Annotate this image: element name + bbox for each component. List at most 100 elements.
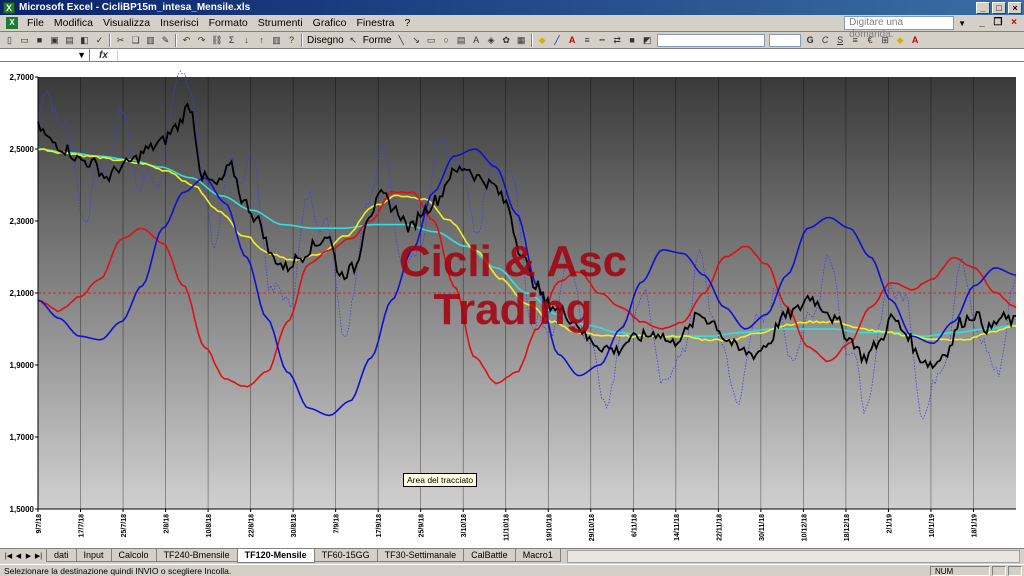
fill-color-icon[interactable]: ◆ xyxy=(536,34,549,47)
status-message: Selezionare la destinazione quindi INVIO… xyxy=(4,565,232,576)
diagram-icon[interactable]: ◈ xyxy=(485,34,498,47)
highlight-icon[interactable]: ◆ xyxy=(894,34,907,47)
sheet-tabs: dati Input Calcolo TF240-Bmensile TF120-… xyxy=(46,549,561,563)
formula-bar: ▼ fx xyxy=(0,49,1024,62)
prev-sheet-icon[interactable]: ◀ xyxy=(14,551,23,562)
help-icon[interactable]: ? xyxy=(285,34,298,47)
3d-icon[interactable]: ◩ xyxy=(641,34,654,47)
menu-help[interactable]: ? xyxy=(399,17,415,29)
chart-wizard-icon[interactable]: ▥ xyxy=(270,34,283,47)
close-icon[interactable]: × xyxy=(1008,1,1022,14)
last-sheet-icon[interactable]: ▶| xyxy=(34,551,43,562)
line-icon[interactable]: ╲ xyxy=(395,34,408,47)
tab-tf120-mensile[interactable]: TF120-Mensile xyxy=(236,549,315,563)
workbook-icon[interactable]: X xyxy=(6,17,18,29)
bold-icon[interactable]: G xyxy=(804,34,817,47)
tab-calcolo[interactable]: Calcolo xyxy=(110,549,157,562)
tab-macro1[interactable]: Macro1 xyxy=(514,549,561,562)
menu-modifica[interactable]: Modifica xyxy=(49,17,98,29)
borders-icon[interactable]: ⊞ xyxy=(879,34,892,47)
paste-icon[interactable]: ▥ xyxy=(144,34,157,47)
rectangle-icon[interactable]: ▭ xyxy=(425,34,438,47)
formula-input[interactable] xyxy=(118,49,1024,61)
tab-tf30-settimanale[interactable]: TF30-Settimanale xyxy=(376,549,465,562)
new-icon[interactable]: ▯ xyxy=(3,34,16,47)
menu-strumenti[interactable]: Strumenti xyxy=(253,17,308,29)
arrow-icon[interactable]: ↘ xyxy=(410,34,423,47)
forme-menu[interactable]: Forme xyxy=(361,35,394,46)
spelling-icon[interactable]: ✓ xyxy=(93,34,106,47)
x-tick-label: 22/8/18 xyxy=(249,514,256,537)
ask-dropdown-icon[interactable]: ▼ xyxy=(958,19,966,28)
print-icon[interactable]: ▤ xyxy=(63,34,76,47)
next-sheet-icon[interactable]: ▶ xyxy=(24,551,33,562)
fx-icon[interactable]: fx xyxy=(90,49,118,61)
tab-input[interactable]: Input xyxy=(75,549,112,562)
menu-file[interactable]: File xyxy=(22,17,49,29)
menu-finestra[interactable]: Finestra xyxy=(352,17,400,29)
menu-grafico[interactable]: Grafico xyxy=(308,17,352,29)
menu-formato[interactable]: Formato xyxy=(204,17,253,29)
arrow-style-icon[interactable]: ⇄ xyxy=(611,34,624,47)
save-icon[interactable]: ■ xyxy=(33,34,46,47)
autosum-icon[interactable]: Σ xyxy=(225,34,238,47)
permission-icon[interactable]: ▣ xyxy=(48,34,61,47)
y-tick-label: 1,9000 xyxy=(10,361,35,370)
picture-icon[interactable]: ▦ xyxy=(515,34,528,47)
clipart-icon[interactable]: ✿ xyxy=(500,34,513,47)
ask-question-input[interactable]: Digitare una domanda. xyxy=(844,16,955,40)
disegno-menu[interactable]: Disegno xyxy=(305,35,346,46)
y-tick-label: 2,5000 xyxy=(10,145,35,154)
underline-icon[interactable]: S xyxy=(834,34,847,47)
toolbar-separator xyxy=(530,33,533,47)
wordart-icon[interactable]: A xyxy=(470,34,483,47)
menu-inserisci[interactable]: Inserisci xyxy=(155,17,204,29)
italic-icon[interactable]: C xyxy=(819,34,832,47)
x-tick-label: 10/1/19 xyxy=(929,514,936,537)
workbook-close-icon[interactable]: × xyxy=(1008,17,1020,29)
minimize-icon[interactable]: _ xyxy=(976,1,990,14)
x-tick-label: 22/11/18 xyxy=(716,514,723,541)
undo-icon[interactable]: ↶ xyxy=(180,34,193,47)
hyperlink-icon[interactable]: ⛓ xyxy=(210,34,223,47)
text-color-icon[interactable]: A xyxy=(909,34,922,47)
select-objects-icon[interactable]: ↖ xyxy=(347,34,360,47)
font-name-combo[interactable] xyxy=(656,33,765,47)
price-cycle-chart[interactable]: Cicli & Asc Trading 2,7000 2,5000 2,3000 2,… xyxy=(0,62,1024,548)
dash-style-icon[interactable]: ┅ xyxy=(596,34,609,47)
oval-icon[interactable]: ○ xyxy=(440,34,453,47)
tab-tf60-15gg[interactable]: TF60-15GG xyxy=(313,549,378,562)
name-box[interactable]: ▼ xyxy=(0,49,90,61)
open-icon[interactable]: ▭ xyxy=(18,34,31,47)
line-style-icon[interactable]: ≡ xyxy=(581,34,594,47)
textbox-icon[interactable]: ▤ xyxy=(455,34,468,47)
print-preview-icon[interactable]: ◧ xyxy=(78,34,91,47)
workbook-minimize-icon[interactable]: _ xyxy=(976,17,988,29)
font-color-icon[interactable]: A xyxy=(566,34,579,47)
cut-icon[interactable]: ✂ xyxy=(114,34,127,47)
shadow-icon[interactable]: ■ xyxy=(626,34,639,47)
tab-calbattle[interactable]: CalBattle xyxy=(463,549,516,562)
align-left-icon[interactable]: ≡ xyxy=(849,34,862,47)
copy-icon[interactable]: ❏ xyxy=(129,34,142,47)
font-size-combo[interactable] xyxy=(768,33,801,47)
x-tick-label: 2/8/18 xyxy=(164,514,171,534)
horizontal-scrollbar[interactable] xyxy=(566,550,1020,563)
x-tick-label: 9/7/18 xyxy=(36,514,43,534)
first-sheet-icon[interactable]: |◀ xyxy=(4,551,13,562)
chart-area[interactable]: Cicli & Asc Trading 2,7000 2,5000 2,3000 2,… xyxy=(0,62,1024,548)
tab-dati[interactable]: dati xyxy=(46,549,77,562)
format-painter-icon[interactable]: ✎ xyxy=(159,34,172,47)
workbook-restore-icon[interactable]: ❐ xyxy=(992,17,1004,29)
x-tick-label: 3/10/18 xyxy=(461,514,468,537)
sort-desc-icon[interactable]: ↑ xyxy=(255,34,268,47)
redo-icon[interactable]: ↷ xyxy=(195,34,208,47)
sort-asc-icon[interactable]: ↓ xyxy=(240,34,253,47)
line-color-icon[interactable]: ╱ xyxy=(551,34,564,47)
currency-icon[interactable]: € xyxy=(864,34,877,47)
sheet-tab-bar: |◀ ◀ ▶ ▶| dati Input Calcolo TF240-Bmens… xyxy=(0,548,1024,564)
tab-tf240-bmensile[interactable]: TF240-Bmensile xyxy=(155,549,238,562)
x-tick-label: 6/11/18 xyxy=(631,514,638,537)
menu-visualizza[interactable]: Visualizza xyxy=(98,17,155,29)
maximize-icon[interactable]: □ xyxy=(992,1,1006,14)
